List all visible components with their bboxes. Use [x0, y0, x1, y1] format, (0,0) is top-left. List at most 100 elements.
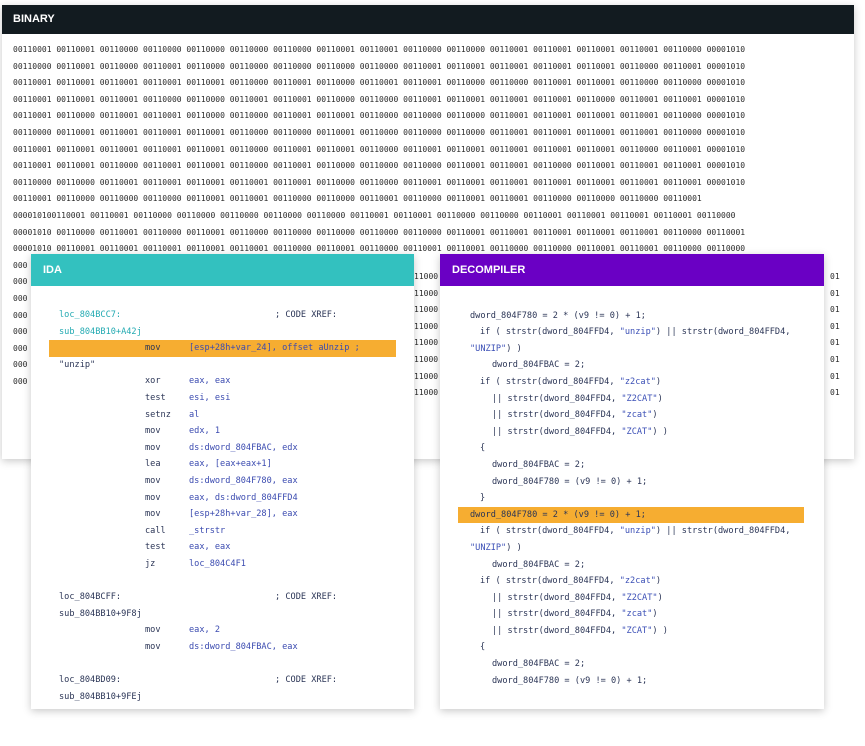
ida-a: mov	[145, 442, 161, 453]
binary-line: 00110001 00110001 00110000 00110000 0011…	[13, 45, 746, 54]
ida-b: eax, ds:dword_804FFD4	[189, 492, 298, 503]
ida-line: lea eax, [eax+eax+1]	[31, 456, 414, 473]
decompiler-text: if ( strstr(dword_804FFD4, "z2cat")	[480, 376, 662, 387]
decompiler-line: if ( strstr(dword_804FFD4, "z2cat")	[440, 573, 824, 590]
ida-a: mov	[145, 509, 161, 520]
decompiler-line: dword_804FBAC = 2;	[440, 357, 824, 374]
decompiler-line: dword_804F780 = (v9 != 0) + 1;	[440, 474, 824, 491]
ida-b: al	[189, 409, 200, 420]
ida-b: loc_804C4F1	[189, 558, 246, 569]
binary-line: 000010100110001 00110001 00110000 001100…	[13, 210, 736, 220]
decompiler-panel: DECOMPILER dword_804F780 = 2 * (v9 != 0)…	[440, 254, 824, 709]
ida-disassembly: loc_804BCC7: ; CODE XREF: sub_804BB10+A42j…	[31, 286, 414, 705]
decompiler-text: || strstr(dword_804FFD4, "ZCAT") )	[492, 625, 668, 636]
ida-b: [esp+28h+var_24], offset aUnzip ;	[189, 343, 360, 354]
binary-line: 00110000 00110001 00110001 00110001 0011…	[13, 127, 746, 137]
decompiler-line: if ( strstr(dword_804FFD4, "z2cat")	[440, 374, 824, 391]
binary-edge-fragment: 01	[830, 371, 840, 381]
binary-edge-fragment: 01	[830, 272, 840, 281]
decompiler-line: dword_804FBAC = 2;	[440, 557, 824, 574]
ida-a: test	[145, 542, 166, 553]
ida-a: mov	[145, 492, 161, 503]
ida-line: mov [esp+28h+var_28], eax	[31, 506, 414, 523]
decompiler-text: }	[480, 493, 486, 504]
ida-a: "unzip"	[59, 359, 96, 370]
ida-line: mov [esp+28h+var_24], offset aUnzip ;	[49, 340, 396, 357]
binary-line: 00110001 00110001 00110001 00110001 0011…	[13, 144, 746, 154]
ida-a: setnz	[145, 409, 171, 420]
ida-c: ; CODE XREF:	[275, 310, 338, 320]
decompiler-text: {	[480, 642, 486, 653]
decompiler-text: if ( strstr(dword_804FFD4, "unzip") || s…	[480, 327, 791, 338]
ida-a: mov	[145, 641, 161, 652]
decompiler-text: || strstr(dword_804FFD4, "Z2CAT")	[492, 592, 663, 603]
ida-c: ; CODE XREF:	[275, 592, 338, 603]
ida-b: esi, esi	[189, 392, 231, 403]
binary-edge-fragment: 01	[830, 321, 840, 331]
decompiler-text: || strstr(dword_804FFD4, "zcat")	[492, 609, 658, 620]
decompiler-text: dword_804FBAC = 2;	[492, 559, 586, 570]
binary-line: 00110001 00110001 00110001 00110001 0011…	[13, 78, 746, 88]
ida-a: loc_804BD09:	[59, 675, 122, 686]
ida-b: eax, 2	[189, 625, 221, 636]
decompiler-line: dword_804F780 = (v9 != 0) + 1;	[440, 673, 824, 690]
decompiler-line: dword_804FBAC = 2;	[440, 457, 824, 474]
decompiler-line-highlighted: dword_804F780 = 2 * (v9 != 0) + 1;	[458, 506, 804, 524]
ida-a: test	[145, 392, 166, 403]
ida-a: sub_804BB10+A42j	[59, 326, 142, 337]
decompiler-line: || strstr(dword_804FFD4, "zcat")	[440, 407, 824, 424]
ida-line: "unzip"	[31, 357, 414, 374]
decompiler-text: dword_804FBAC = 2;	[492, 360, 586, 371]
ida-line	[31, 655, 414, 672]
ida-a: sub_804BB10+9FEj	[59, 691, 142, 702]
ida-a: mov	[145, 625, 161, 636]
decompiler-text: dword_804F780 = (v9 != 0) + 1;	[492, 476, 648, 487]
binary-edge-fragment: 01	[830, 305, 840, 315]
decompiler-text: dword_804FBAC = 2;	[492, 659, 586, 670]
ida-line: setnz al	[31, 407, 414, 424]
ida-line: call _strstr	[31, 523, 414, 540]
ida-line: loc_804BD09: ; CODE XREF:	[31, 672, 414, 689]
ida-b: eax, eax	[189, 376, 231, 387]
decompiler-text: if ( strstr(dword_804FFD4, "z2cat")	[480, 576, 662, 587]
binary-edge-fragment: 01	[830, 288, 840, 298]
ida-panel-title: IDA	[31, 254, 414, 286]
decompiler-text: dword_804F780 = 2 * (v9 != 0) + 1;	[470, 310, 646, 321]
binary-fragment: 11000	[414, 388, 439, 398]
decompiler-line: || strstr(dword_804FFD4, "ZCAT") )	[440, 623, 824, 640]
decompiler-line	[440, 291, 824, 308]
binary-edge-fragment: 01	[830, 388, 840, 398]
ida-line: test esi, esi	[31, 390, 414, 407]
ida-line: test eax, eax	[31, 539, 414, 556]
ida-b: edx, 1	[189, 426, 221, 437]
decompiler-text: {	[480, 443, 486, 454]
ida-a: lea	[145, 459, 161, 470]
decompiler-text: if ( strstr(dword_804FFD4, "unzip") || s…	[480, 526, 791, 537]
ida-line: mov ds:dword_804F780, eax	[31, 473, 414, 490]
binary-edge-fragment: 01	[830, 338, 840, 348]
ida-b: ds:dword_804FBAC, edx	[189, 442, 298, 453]
decompiler-text: dword_804FBAC = 2;	[492, 459, 586, 470]
decompiler-line: || strstr(dword_804FFD4, "zcat")	[440, 606, 824, 623]
binary-line: 00001010 00110000 00110001 00110000 0011…	[13, 227, 746, 237]
binary-line: 00110001 00110000 00110001 00110001 0011…	[13, 111, 746, 121]
decompiler-line: }	[440, 490, 824, 507]
ida-line: mov ds:dword_804FBAC, eax	[31, 639, 414, 656]
ida-b: ds:dword_804FBAC, eax	[189, 641, 298, 652]
decompiler-line: {	[440, 440, 824, 457]
ida-line: sub_804BB10+9F8j	[31, 606, 414, 623]
ida-a: mov	[145, 343, 161, 354]
ida-line: sub_804BB10+9FEj	[31, 689, 414, 706]
decompiler-line: if ( strstr(dword_804FFD4, "unzip") || s…	[440, 523, 824, 540]
binary-right-fragments: 11000 11000 11000 11000 11000 11000 11000 11000	[414, 269, 438, 402]
binary-fragment: 11000	[414, 338, 439, 348]
ida-b: eax, eax	[189, 542, 231, 553]
ida-panel: IDA loc_804BCC7: ; CODE XREF: sub_804BB10+…	[31, 254, 414, 709]
decompiler-text: || strstr(dword_804FFD4, "ZCAT") )	[492, 426, 668, 437]
binary-panel-title: BINARY	[2, 5, 854, 34]
ida-c: ; CODE XREF:	[275, 675, 338, 686]
decompiler-line: || strstr(dword_804FFD4, "Z2CAT")	[440, 391, 824, 408]
decompiler-text: "UNZIP") )	[470, 343, 522, 354]
ida-b: [esp+28h+var_28], eax	[189, 509, 298, 520]
ida-line	[31, 573, 414, 590]
